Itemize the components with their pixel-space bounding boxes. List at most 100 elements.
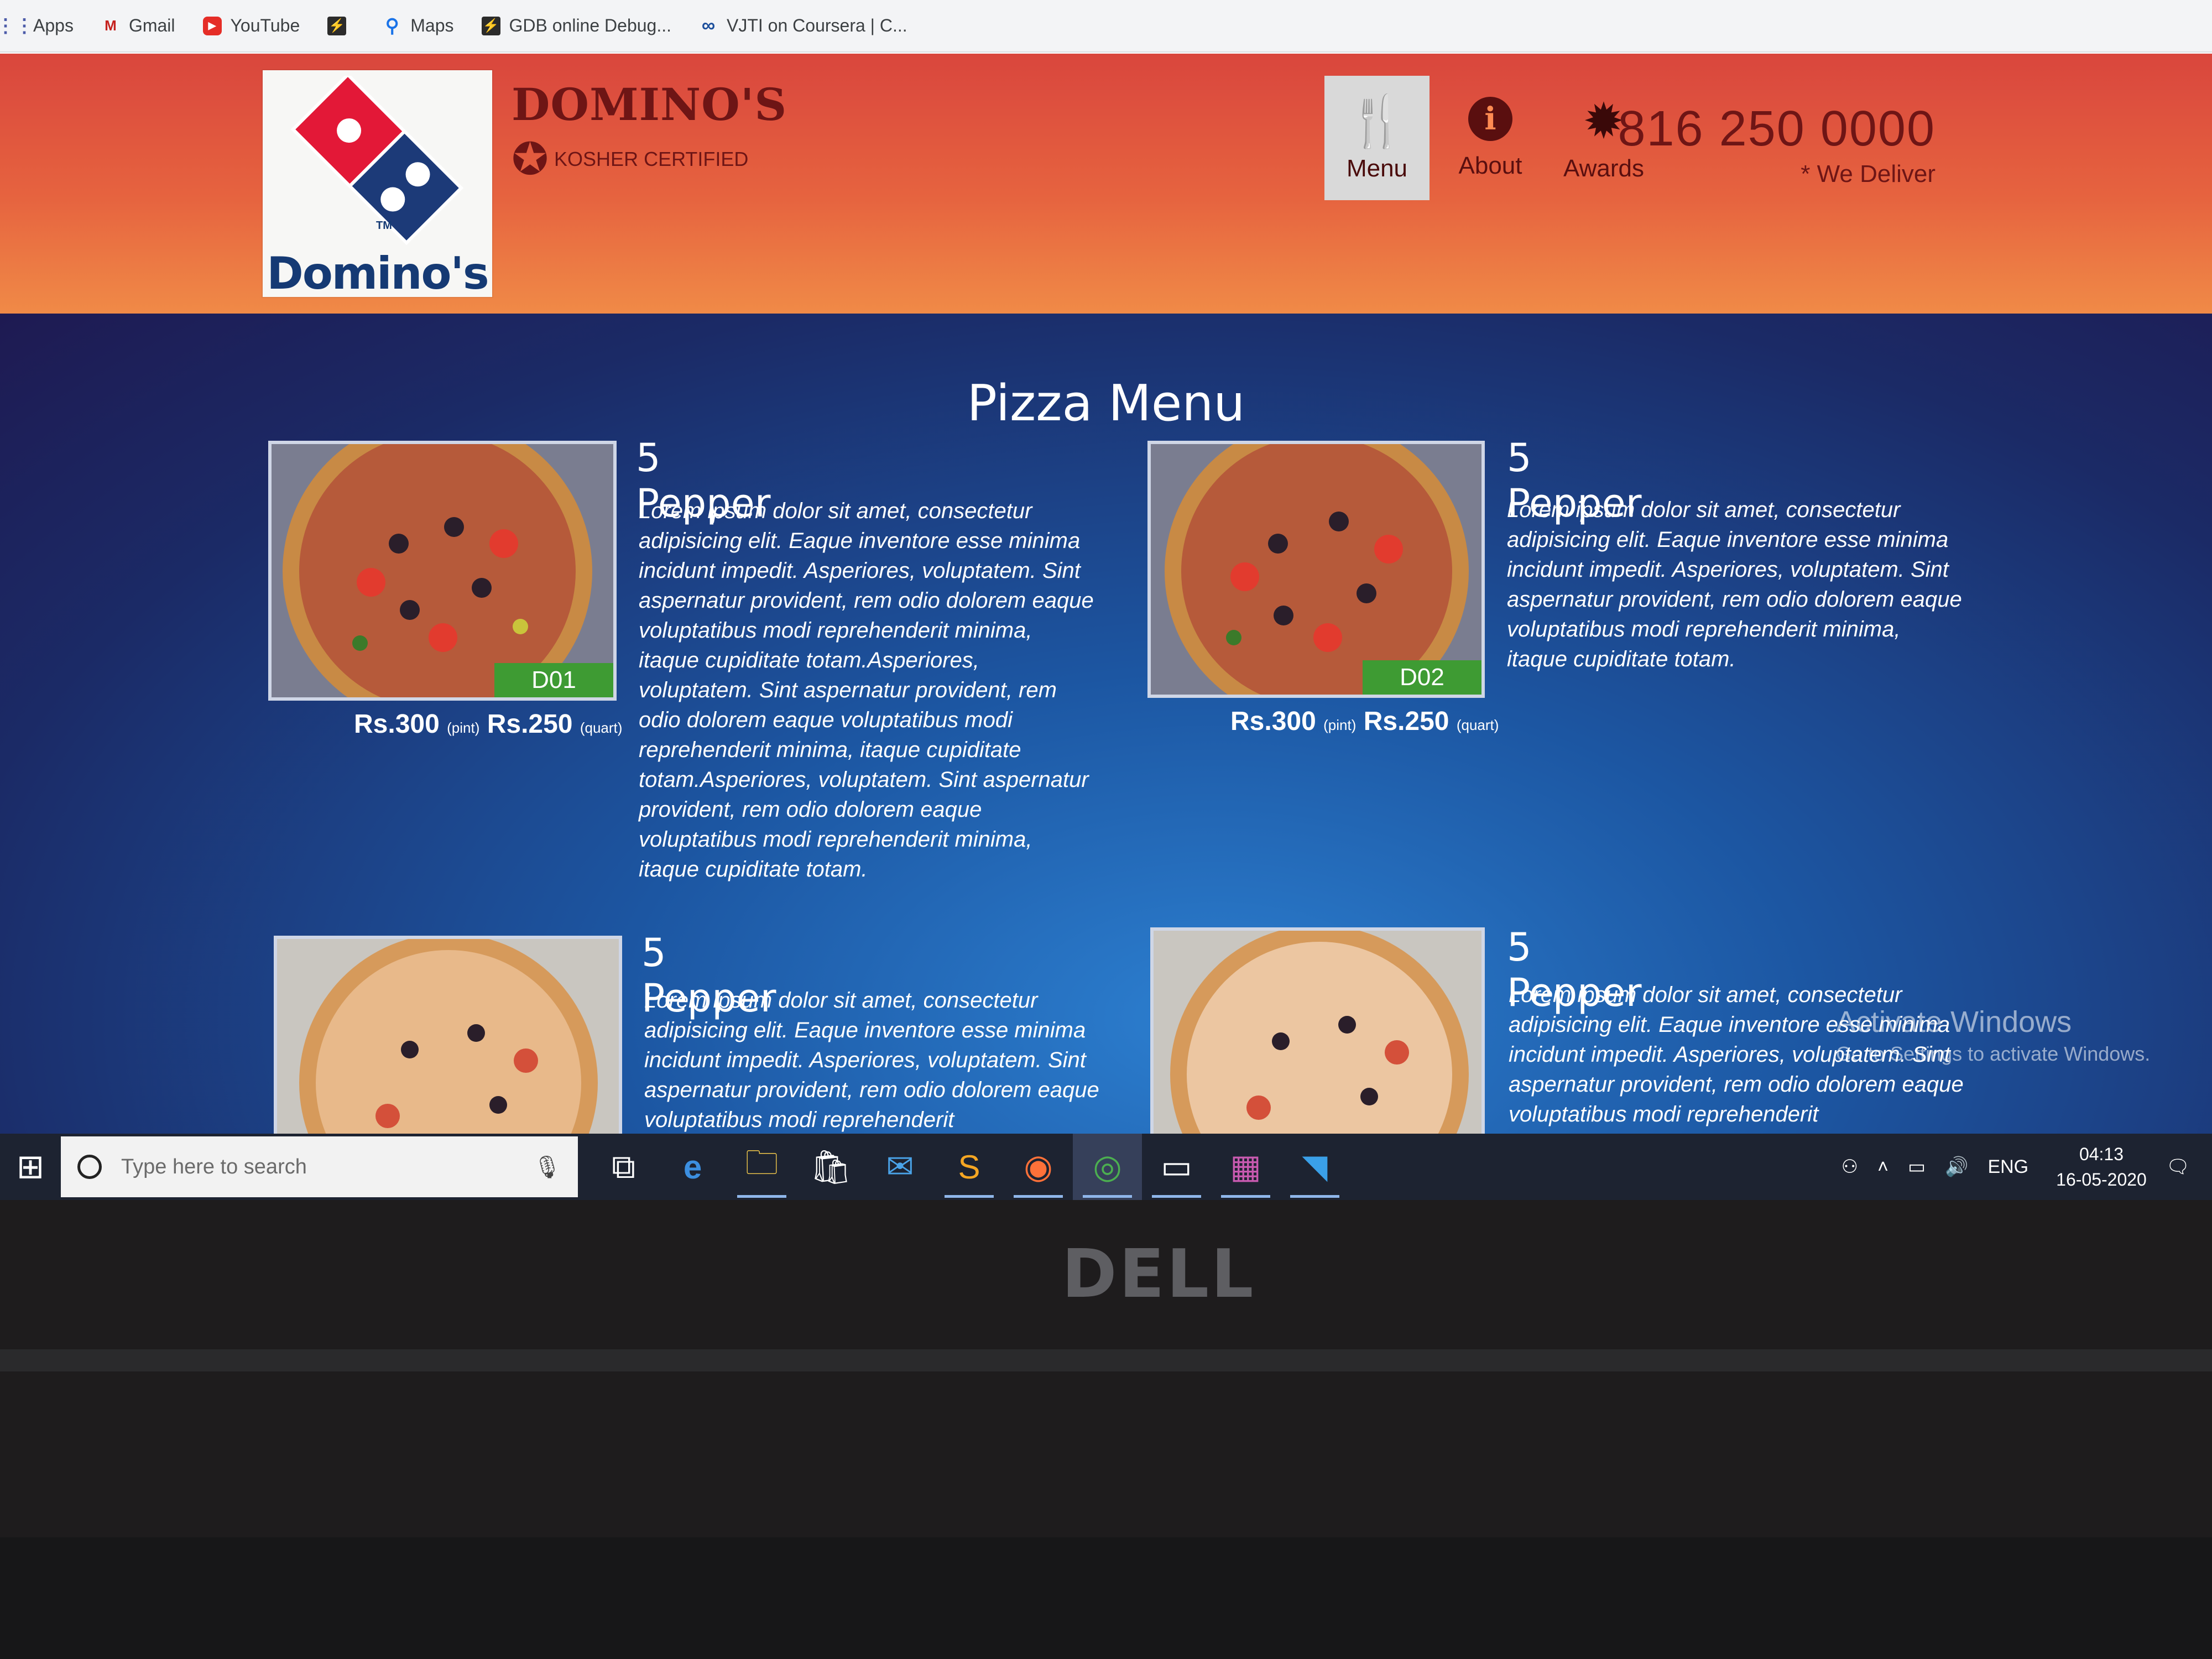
taskbar-apps: ⧉ e 🗀 🛍 ✉ S ◉ ◎ ▭ ▦ ◥ — [589, 1134, 1349, 1200]
main-nav: 🍴 Menu i About ✹ Awards — [1324, 76, 1665, 200]
quart-unit: (quart) — [580, 719, 623, 736]
bookmark-apps[interactable]: ⋮⋮ Apps — [0, 15, 74, 36]
windows-logo-icon: ⊞ — [16, 1148, 45, 1185]
price-quart: Rs.250 — [1363, 707, 1449, 736]
date: 16-05-2020 — [2056, 1170, 2147, 1190]
pizza-photo — [1154, 931, 1481, 1143]
firefox-icon[interactable]: ◉ — [1004, 1134, 1073, 1200]
laptop-hinge — [0, 1349, 2212, 1371]
bookmark-label: Maps — [410, 15, 454, 35]
fork-knife-icon: 🍴 — [1345, 93, 1408, 149]
windows-taskbar: ⊞ Type here to search 🎙 ⧉ e 🗀 🛍 ✉ S ◉ ◎ … — [0, 1134, 2212, 1200]
pizza-image[interactable] — [274, 936, 622, 1143]
microphone-icon[interactable]: 🎙 — [533, 1154, 561, 1180]
clock[interactable]: 04:13 16-05-2020 — [2056, 1141, 2147, 1192]
pizza-image[interactable] — [1150, 927, 1485, 1143]
bolt-icon: ⚡ — [327, 16, 347, 35]
task-view-icon[interactable]: ⧉ — [589, 1134, 658, 1200]
info-icon: i — [1468, 96, 1512, 141]
item-description: Lorem ipsum dolor sit amet, consectetur … — [644, 988, 1099, 1132]
activate-windows-watermark: Activate Windows Go to Settings to activ… — [1836, 1005, 2150, 1066]
maps-pin-icon: ⚲ — [385, 15, 399, 36]
apps-grid-icon: ⋮⋮ — [0, 15, 34, 36]
pizza-image[interactable]: D02 — [1147, 441, 1485, 698]
bookmark-maps[interactable]: ⚲ Maps — [383, 15, 454, 36]
bookmark-coursera[interactable]: ∞ VJTI on Coursera | C... — [699, 15, 907, 36]
bookmark-gdb[interactable]: ⚡ GDB online Debug... — [481, 15, 672, 36]
quart-unit: (quart) — [1456, 717, 1499, 733]
laptop-screen: ⋮⋮ Apps M Gmail ▶ YouTube ⚡ ⚲ Maps ⚡ GDB… — [0, 0, 2212, 1200]
item-code-tag: D02 — [1363, 660, 1481, 695]
cortana-icon — [77, 1155, 102, 1179]
bookmarks-bar: ⋮⋮ Apps M Gmail ▶ YouTube ⚡ ⚲ Maps ⚡ GDB… — [0, 0, 2212, 53]
dominos-logo[interactable]: TM Domino's — [263, 70, 492, 299]
delivery-note: * We Deliver — [1801, 160, 1936, 187]
store-icon[interactable]: 🛍 — [796, 1134, 865, 1200]
nav-label: About — [1458, 152, 1522, 179]
item-price: Rs.300 (pint) Rs.250 (quart) — [1230, 706, 1499, 737]
certification: ✪ KOSHER CERTIFIED — [512, 137, 787, 181]
brand-name: DOMINO'S — [512, 79, 787, 131]
phone-number[interactable]: 816 250 0000 — [1618, 101, 1936, 158]
price-pint: Rs.300 — [1230, 707, 1316, 736]
time: 04:13 — [2079, 1144, 2124, 1164]
start-button[interactable]: ⊞ — [0, 1134, 61, 1200]
pint-unit: (pint) — [1323, 717, 1357, 733]
bookmark-label: VJTI on Coursera | C... — [727, 15, 907, 35]
volume-icon[interactable]: 🔊 — [1945, 1156, 1968, 1178]
dell-logo: DELL — [1062, 1236, 1256, 1313]
winrar-icon[interactable]: ▦ — [1211, 1134, 1280, 1200]
pizza-image[interactable]: D01 — [268, 441, 617, 701]
site-header: TM Domino's DOMINO'S ✪ KOSHER CERTIFIED … — [0, 54, 2212, 314]
bookmark-bolt[interactable]: ⚡ — [327, 16, 355, 35]
laptop-base — [0, 1537, 2212, 1659]
nav-about[interactable]: i About — [1438, 76, 1543, 200]
file-explorer-icon[interactable]: 🗀 — [727, 1134, 796, 1200]
youtube-icon: ▶ — [202, 16, 222, 35]
people-icon[interactable]: ⚇ — [1841, 1156, 1858, 1178]
price-pint: Rs.300 — [354, 709, 440, 739]
phone-block: 816 250 0000 * We Deliver — [1618, 101, 1936, 188]
pizza-photo — [277, 939, 619, 1143]
sublime-icon[interactable]: S — [935, 1134, 1004, 1200]
window-icon[interactable]: ▭ — [1142, 1134, 1211, 1200]
menu-section: Pizza Menu D01 Rs.300 (pint) Rs.250 (qua… — [0, 314, 2212, 1143]
price-quart: Rs.250 — [487, 709, 573, 739]
watermark-subtitle: Go to Settings to activate Windows. — [1836, 1042, 2151, 1065]
bolt-icon: ⚡ — [481, 16, 500, 35]
bookmark-youtube[interactable]: ▶ YouTube — [202, 15, 300, 36]
system-tray: ⚇ ˄ ▭ 🔊 ENG 04:13 16-05-2020 🗨 — [1822, 1141, 2212, 1192]
trademark-mark: TM — [376, 220, 392, 232]
brand-block: DOMINO'S ✪ KOSHER CERTIFIED — [512, 79, 787, 181]
vscode-icon[interactable]: ◥ — [1280, 1134, 1349, 1200]
star-icon: ✪ — [512, 134, 549, 184]
taskbar-search[interactable]: Type here to search 🎙 — [61, 1136, 578, 1197]
battery-icon[interactable]: ▭ — [1908, 1156, 1926, 1178]
bookmark-gmail[interactable]: M Gmail — [101, 15, 175, 36]
bookmark-label: Apps — [33, 15, 74, 35]
item-description: Lorem ipsum dolor sit amet, consectetur … — [639, 499, 1094, 881]
language-indicator[interactable]: ENG — [1987, 1156, 2028, 1178]
item-price: Rs.300 (pint) Rs.250 (quart) — [354, 709, 622, 739]
gmail-icon: M — [105, 17, 117, 34]
coursera-icon: ∞ — [701, 15, 716, 36]
chevron-up-icon[interactable]: ˄ — [1877, 1156, 1888, 1178]
watermark-title: Activate Windows — [1836, 1005, 2072, 1039]
bookmark-label: Gmail — [128, 15, 175, 35]
chrome-icon[interactable]: ◎ — [1073, 1134, 1142, 1200]
pizza-photo — [272, 444, 613, 697]
nav-menu[interactable]: 🍴 Menu — [1324, 76, 1430, 200]
logo-wordmark: Domino's — [267, 248, 489, 299]
pint-unit: (pint) — [447, 719, 480, 736]
certification-label: KOSHER CERTIFIED — [554, 148, 749, 170]
pizza-photo — [1151, 444, 1481, 695]
notifications-icon[interactable]: 🗨 — [2166, 1156, 2190, 1178]
edge-icon[interactable]: e — [658, 1134, 727, 1200]
page-title: Pizza Menu — [967, 374, 1245, 432]
nav-label: Menu — [1346, 154, 1408, 182]
item-code-tag: D01 — [494, 663, 613, 697]
search-placeholder: Type here to search — [121, 1155, 307, 1178]
bookmark-label: GDB online Debug... — [509, 15, 672, 35]
mail-icon[interactable]: ✉ — [865, 1134, 935, 1200]
bookmark-label: YouTube — [230, 15, 300, 35]
